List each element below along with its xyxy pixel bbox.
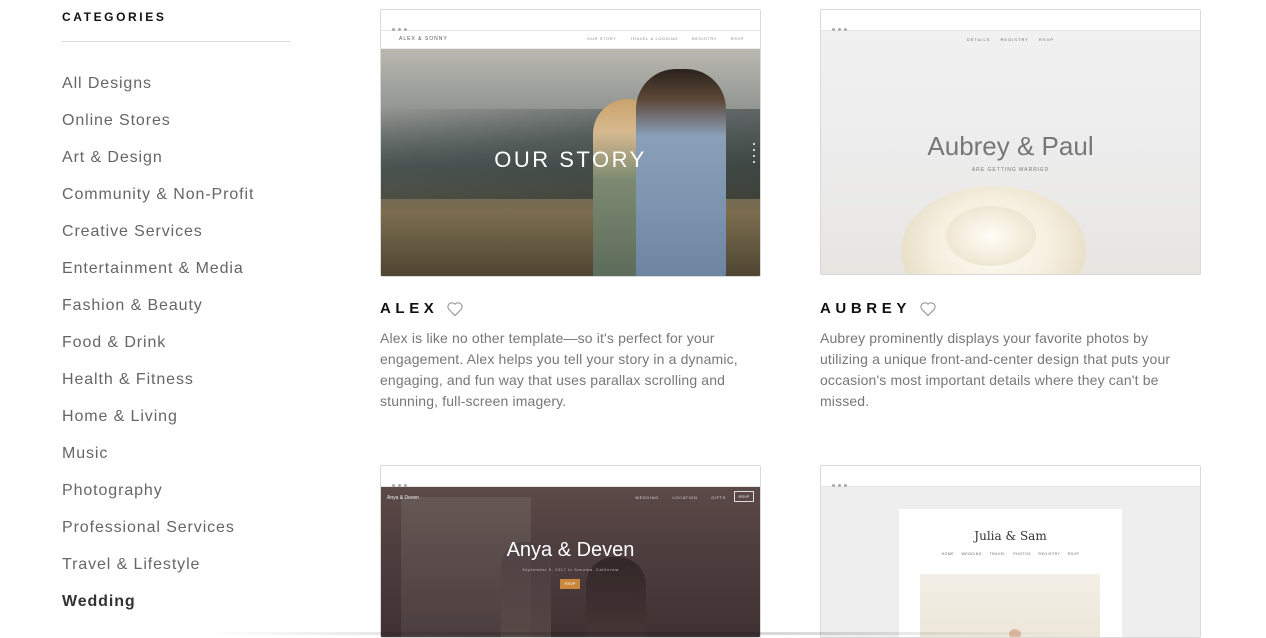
preview-nav: HOME WEDDING TRAVEL PHOTOS REGISTRY RSVP — [899, 552, 1122, 556]
category-travel-lifestyle[interactable]: Travel & Lifestyle — [62, 555, 254, 592]
preview-nav-item: PHOTOS — [1013, 552, 1032, 556]
heart-icon[interactable] — [919, 301, 937, 317]
preview-nav-item: RSVP — [1067, 552, 1080, 556]
preview-rsvp-button: RSVP — [734, 491, 754, 502]
preview-nav-item: HOME — [941, 552, 955, 556]
category-online-stores[interactable]: Online Stores — [62, 111, 254, 148]
template-preview-anya[interactable]: Anya & Deven WEDDING LOCATION GIFTS RSVP… — [380, 465, 761, 638]
preview-logo: Anya & Deven — [387, 495, 419, 501]
categories-divider — [62, 41, 290, 42]
preview-nav: WEDDING LOCATION GIFTS — [623, 495, 726, 500]
browser-chrome — [821, 466, 1200, 487]
category-art-design[interactable]: Art & Design — [62, 148, 254, 185]
preview-title: Anya & Deven — [506, 539, 635, 561]
preview-screenshot: DETAILS REGISTRY RSVP Aubrey & Paul ARE … — [821, 31, 1200, 274]
preview-nav-item: OUR STORY — [587, 36, 617, 41]
preview-cta-button: RSVP — [560, 579, 580, 589]
category-wedding[interactable]: Wedding — [62, 592, 254, 629]
preview-title: Julia & Sam — [974, 529, 1047, 543]
preview-logo: ALEX & SONNY — [399, 36, 448, 42]
category-health-fitness[interactable]: Health & Fitness — [62, 370, 254, 407]
preview-nav-item: REGISTRY — [1038, 552, 1061, 556]
engagement-photo: OUR STORY — [381, 49, 760, 276]
preview-image — [920, 574, 1100, 637]
category-all-designs[interactable]: All Designs — [62, 74, 254, 111]
preview-nav-item: WEDDING — [635, 495, 659, 500]
preview-page: Julia & Sam HOME WEDDING TRAVEL PHOTOS R… — [899, 509, 1122, 637]
preview-nav-item: REGISTRY — [691, 36, 717, 41]
preview-nav-item: LOCATION — [672, 495, 698, 500]
category-community-non-profit[interactable]: Community & Non-Profit — [62, 185, 254, 222]
template-name[interactable]: ALEX — [380, 300, 438, 317]
browser-chrome — [381, 466, 760, 487]
category-creative-services[interactable]: Creative Services — [62, 222, 254, 259]
category-music[interactable]: Music — [62, 444, 254, 481]
browser-chrome — [821, 10, 1200, 31]
category-fashion-beauty[interactable]: Fashion & Beauty — [62, 296, 254, 333]
preview-nav-item: WEDDING — [961, 552, 983, 556]
category-food-drink[interactable]: Food & Drink — [62, 333, 254, 370]
preview-screenshot: Julia & Sam HOME WEDDING TRAVEL PHOTOS R… — [821, 487, 1200, 637]
vertical-dots-icon — [753, 143, 755, 167]
preview-nav-item: REGISTRY — [1000, 37, 1029, 42]
preview-screenshot: Anya & Deven WEDDING LOCATION GIFTS RSVP… — [381, 487, 760, 637]
preview-subtitle: September 3, 2017 in Sonoma, California — [522, 567, 619, 572]
template-preview-julia[interactable]: Julia & Sam HOME WEDDING TRAVEL PHOTOS R… — [820, 465, 1201, 638]
preview-nav-item: TRAVEL — [989, 552, 1006, 556]
preview-nav-item: GIFTS — [711, 495, 726, 500]
heart-icon[interactable] — [446, 301, 464, 317]
template-description: Alex is like no other template—so it's p… — [380, 330, 738, 409]
template-name[interactable]: AUBREY — [820, 300, 911, 317]
preview-title: Aubrey & Paul — [927, 131, 1094, 161]
template-preview-alex[interactable]: ALEX & SONNY OUR STORY TRAVEL & LODGING … — [380, 9, 761, 277]
category-professional-services[interactable]: Professional Services — [62, 518, 254, 555]
category-list: All Designs Online Stores Art & Design C… — [62, 74, 254, 629]
preview-overlay-text: OUR STORY — [494, 147, 647, 172]
preview-nav: DETAILS REGISTRY RSVP — [821, 37, 1200, 42]
template-title-row: ALEX — [380, 300, 464, 317]
preview-subtitle: ARE GETTING MARRIED — [971, 167, 1050, 173]
category-photography[interactable]: Photography — [62, 481, 254, 518]
template-preview-aubrey[interactable]: DETAILS REGISTRY RSVP Aubrey & Paul ARE … — [820, 9, 1201, 275]
category-entertainment-media[interactable]: Entertainment & Media — [62, 259, 254, 296]
preview-nav: OUR STORY TRAVEL & LODGING REGISTRY RSVP — [575, 36, 744, 41]
preview-nav-item: DETAILS — [967, 37, 991, 42]
preview-screenshot: ALEX & SONNY OUR STORY TRAVEL & LODGING … — [381, 31, 760, 276]
categories-heading: CATEGORIES — [62, 10, 167, 24]
rose-image — [946, 206, 1036, 266]
preview-nav-item: RSVP — [1039, 37, 1054, 42]
category-home-living[interactable]: Home & Living — [62, 407, 254, 444]
preview-nav-item: RSVP — [730, 36, 744, 41]
template-title-row: AUBREY — [820, 300, 937, 317]
preview-header: ALEX & SONNY OUR STORY TRAVEL & LODGING … — [381, 31, 760, 49]
browser-chrome — [381, 10, 760, 31]
template-description: Aubrey prominently displays your favorit… — [820, 330, 1171, 409]
preview-nav-item: TRAVEL & LODGING — [630, 36, 679, 41]
